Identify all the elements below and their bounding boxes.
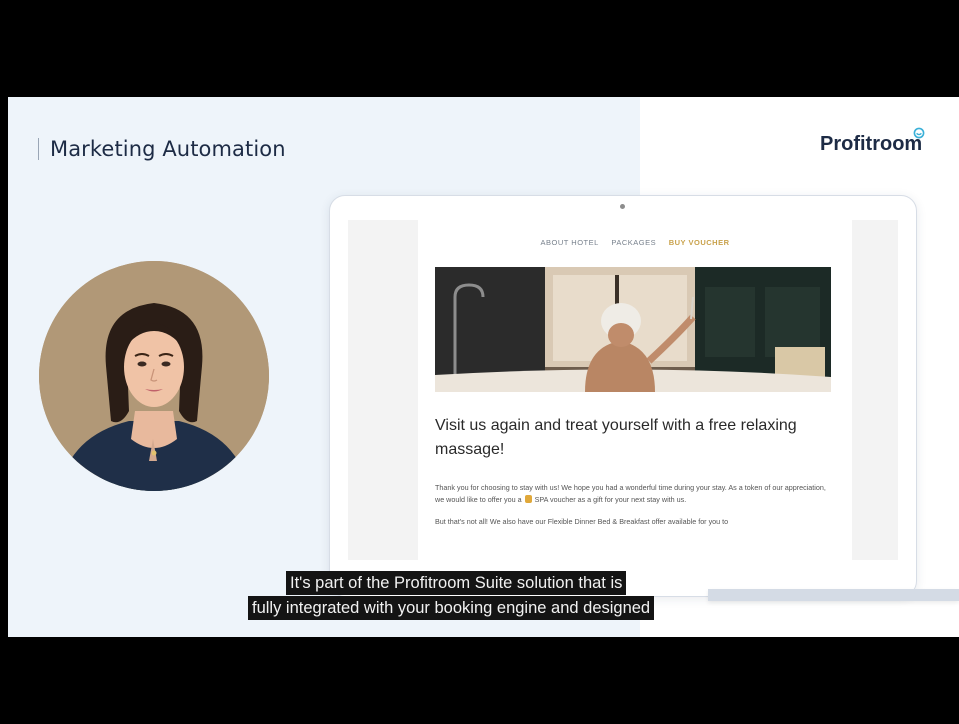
subtitle-line-1: It's part of the Profitroom Suite soluti… bbox=[286, 571, 627, 595]
nav-link-buy-voucher[interactable]: BUY VOUCHER bbox=[669, 238, 730, 247]
email-paragraph-1: Thank you for choosing to stay with us! … bbox=[435, 482, 831, 506]
email-nav: ABOUT HOTEL PACKAGES BUY VOUCHER bbox=[418, 238, 852, 247]
profitroom-logo: Profitroom bbox=[820, 133, 923, 155]
nav-link-packages[interactable]: PACKAGES bbox=[611, 238, 656, 247]
presenter-avatar bbox=[39, 261, 269, 491]
letterbox-top bbox=[0, 0, 959, 97]
laptop-screen: ABOUT HOTEL PACKAGES BUY VOUCHER Visit u… bbox=[348, 220, 898, 560]
gift-emoji-icon bbox=[524, 495, 532, 503]
hero-image-spa-bath bbox=[435, 267, 831, 392]
email-paragraph-2: But that's not all! We also have our Fle… bbox=[435, 517, 729, 526]
subtitle-line-2: fully integrated with your booking engin… bbox=[248, 596, 655, 620]
logo-mark-icon bbox=[913, 127, 925, 139]
slide-title-group: Marketing Automation bbox=[38, 133, 286, 165]
laptop-mockup: ABOUT HOTEL PACKAGES BUY VOUCHER Visit u… bbox=[329, 195, 917, 597]
email-headline: Visit us again and treat yourself with a… bbox=[435, 417, 797, 458]
letterbox-bottom bbox=[0, 637, 959, 724]
presenter-portrait bbox=[39, 261, 269, 491]
email-body: Thank you for choosing to stay with us! … bbox=[435, 482, 831, 538]
title-divider bbox=[38, 138, 39, 160]
nav-link-about-hotel[interactable]: ABOUT HOTEL bbox=[541, 238, 599, 247]
slide-title: Marketing Automation bbox=[50, 137, 286, 161]
video-frame[interactable]: Marketing Automation Profitroom ABOUT HO… bbox=[8, 97, 959, 637]
email-paragraph-1-text-b: SPA voucher as a gift for your next stay… bbox=[534, 495, 687, 504]
laptop-base bbox=[708, 589, 959, 601]
laptop-camera bbox=[620, 204, 625, 209]
email-preview: ABOUT HOTEL PACKAGES BUY VOUCHER Visit u… bbox=[418, 220, 852, 560]
